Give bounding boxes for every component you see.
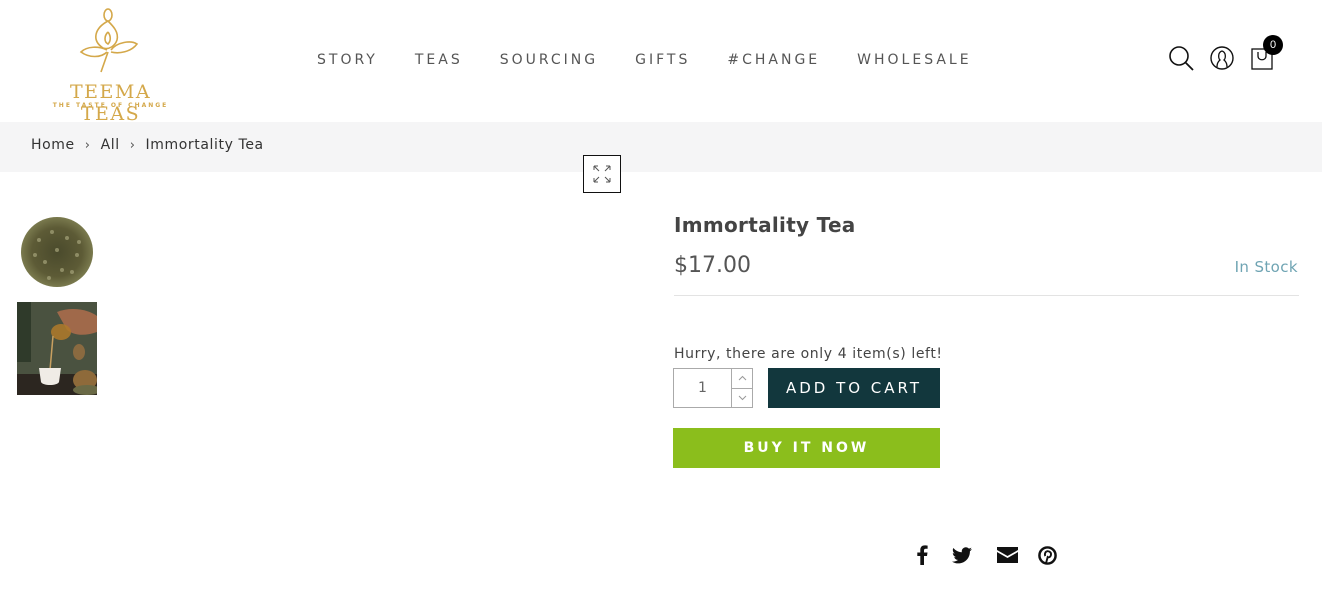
brand-logo[interactable]: TEEMA TEAS THE TASTE OF CHANGE — [30, 6, 190, 125]
breadcrumb-current: Immortality Tea — [145, 137, 264, 153]
product-thumbnail[interactable] — [17, 210, 97, 295]
chevron-down-icon — [738, 395, 746, 400]
lotus-figure-icon — [79, 8, 139, 73]
nav-item-change[interactable]: #CHANGE — [727, 50, 820, 70]
search-icon — [1169, 46, 1194, 71]
share-facebook-button[interactable] — [911, 544, 933, 566]
site-header: TEEMA TEAS THE TASTE OF CHANGE STORY TEA… — [0, 0, 1322, 125]
share-email-button[interactable] — [996, 544, 1018, 566]
nav-item-gifts[interactable]: GIFTS — [635, 50, 690, 70]
chevron-up-icon — [738, 376, 746, 381]
email-icon — [996, 547, 1018, 563]
quantity-arrows — [732, 369, 752, 407]
tea-leaves-image — [21, 217, 93, 287]
share-pinterest-button[interactable] — [1036, 544, 1058, 566]
breadcrumb-all[interactable]: All — [101, 137, 120, 153]
breadcrumb: Home › All › Immortality Tea — [31, 137, 264, 153]
add-to-cart-button[interactable]: ADD TO CART — [768, 368, 940, 408]
facebook-icon — [917, 545, 928, 565]
brand-tagline: THE TASTE OF CHANGE — [52, 102, 169, 109]
chevron-right-icon: › — [129, 137, 136, 153]
stock-urgency-message: Hurry, there are only 4 item(s) left! — [674, 346, 943, 362]
breadcrumb-home[interactable]: Home — [31, 137, 75, 153]
product-price: $17.00 — [674, 253, 751, 278]
nav-item-story[interactable]: STORY — [317, 50, 378, 70]
stock-status: In Stock — [1234, 258, 1298, 276]
pinterest-icon — [1037, 545, 1057, 565]
twitter-icon — [952, 546, 972, 563]
quantity-increase-button[interactable] — [732, 369, 752, 389]
share-twitter-button[interactable] — [951, 544, 973, 566]
nav-item-teas[interactable]: TEAS — [415, 50, 463, 70]
quantity-input[interactable] — [674, 369, 732, 407]
tea-pouring-image — [17, 302, 97, 395]
chevron-right-icon: › — [84, 137, 91, 153]
divider — [674, 295, 1299, 296]
image-zoom-button[interactable] — [583, 155, 621, 193]
main-nav: STORY TEAS SOURCING GIFTS #CHANGE WHOLES… — [317, 50, 972, 70]
product-title: Immortality Tea — [674, 213, 856, 237]
user-icon — [1210, 46, 1234, 70]
nav-item-sourcing[interactable]: SOURCING — [500, 50, 598, 70]
buy-it-now-button[interactable]: BUY IT NOW — [673, 428, 940, 468]
product-thumbnail[interactable] — [17, 302, 97, 395]
quantity-stepper — [673, 368, 753, 408]
account-button[interactable] — [1208, 44, 1238, 74]
search-button[interactable] — [1167, 44, 1197, 74]
cart-count-badge: 0 — [1263, 35, 1283, 55]
cart-button[interactable]: 0 — [1249, 35, 1283, 74]
nav-item-wholesale[interactable]: WHOLESALE — [857, 50, 971, 70]
expand-icon — [593, 165, 611, 183]
breadcrumb-bar: Home › All › Immortality Tea — [0, 122, 1322, 172]
quantity-decrease-button[interactable] — [732, 389, 752, 408]
